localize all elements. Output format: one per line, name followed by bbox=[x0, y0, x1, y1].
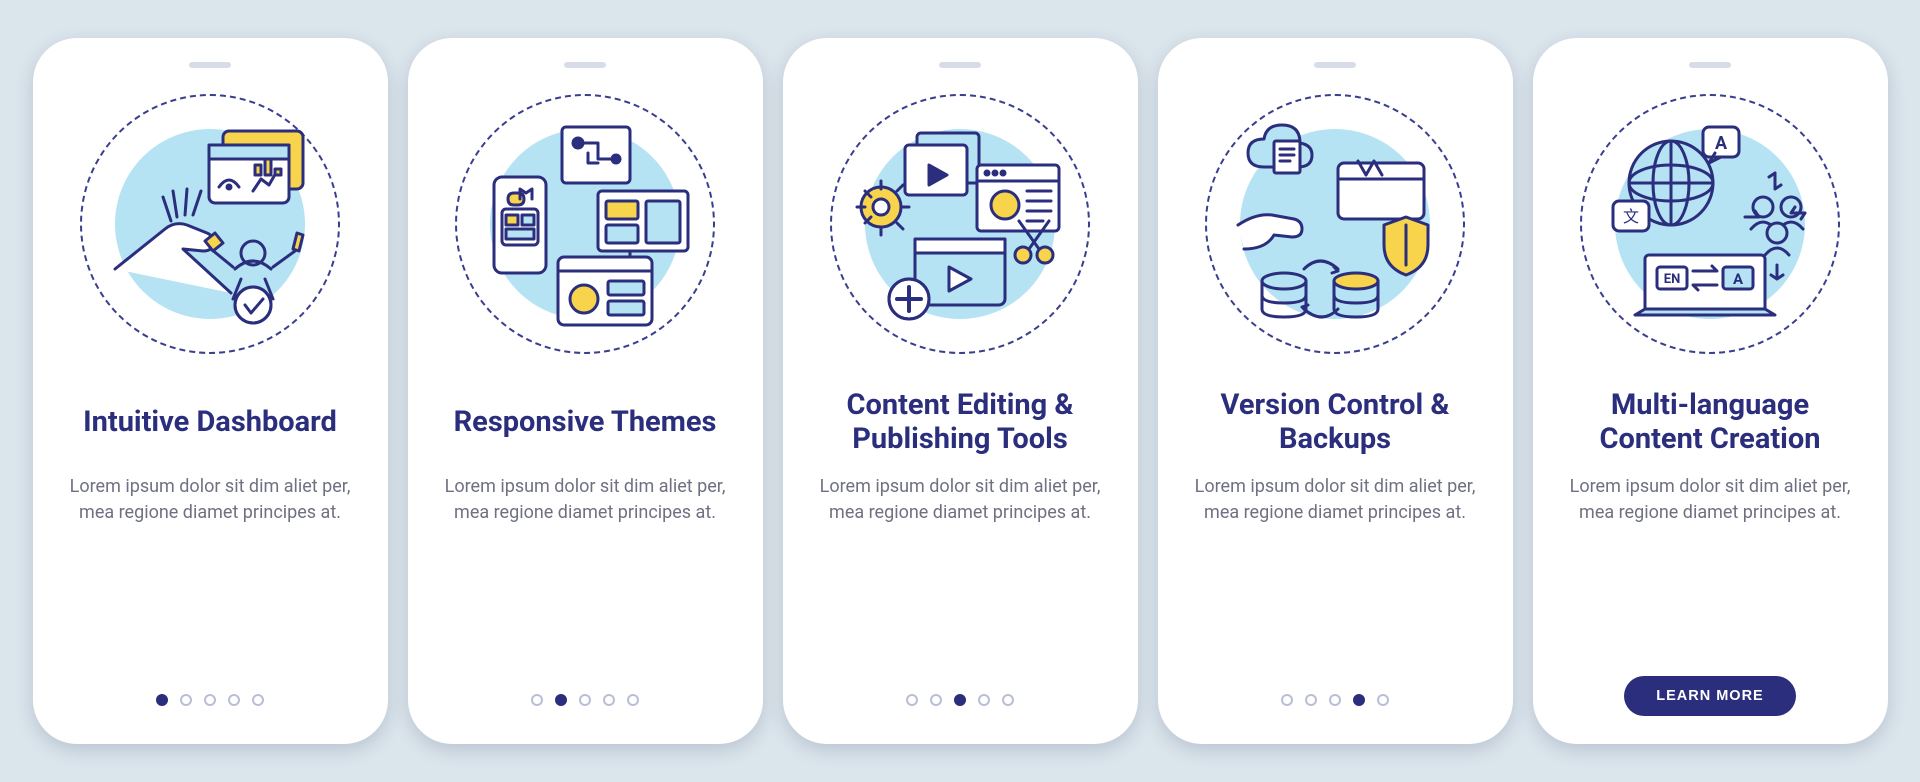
responsive-icon bbox=[455, 94, 715, 354]
pagination-dots bbox=[1281, 694, 1389, 706]
dot-2[interactable] bbox=[1305, 694, 1317, 706]
pagination-dots bbox=[531, 694, 639, 706]
dot-1[interactable] bbox=[1281, 694, 1293, 706]
learn-more-button[interactable]: LEARN MORE bbox=[1624, 676, 1795, 716]
dot-4[interactable] bbox=[978, 694, 990, 706]
dot-3[interactable] bbox=[954, 694, 966, 706]
onboarding-card-5: A 文 EN bbox=[1533, 38, 1888, 744]
dot-4[interactable] bbox=[603, 694, 615, 706]
dot-2[interactable] bbox=[555, 694, 567, 706]
version-control-icon bbox=[1205, 94, 1465, 354]
card-desc: Lorem ipsum dolor sit dim aliet per, mea… bbox=[1186, 474, 1485, 526]
dot-2[interactable] bbox=[180, 694, 192, 706]
card-title: Intuitive Dashboard bbox=[83, 386, 337, 458]
dashboard-icon bbox=[80, 94, 340, 354]
svg-text:A: A bbox=[1733, 270, 1744, 288]
pagination-dots bbox=[156, 694, 264, 706]
card-desc: Lorem ipsum dolor sit dim aliet per, mea… bbox=[811, 474, 1110, 526]
dot-4[interactable] bbox=[1353, 694, 1365, 706]
card-desc: Lorem ipsum dolor sit dim aliet per, mea… bbox=[1561, 474, 1860, 526]
svg-text:EN: EN bbox=[1664, 272, 1681, 287]
dot-5[interactable] bbox=[627, 694, 639, 706]
dot-1[interactable] bbox=[906, 694, 918, 706]
card-title: Responsive Themes bbox=[454, 386, 717, 458]
dot-4[interactable] bbox=[228, 694, 240, 706]
card-title: Version Control & Backups bbox=[1186, 386, 1485, 458]
dot-1[interactable] bbox=[156, 694, 168, 706]
dot-2[interactable] bbox=[930, 694, 942, 706]
dot-5[interactable] bbox=[1377, 694, 1389, 706]
dot-3[interactable] bbox=[204, 694, 216, 706]
card-title: Multi-language Content Creation bbox=[1561, 386, 1860, 458]
dot-5[interactable] bbox=[1002, 694, 1014, 706]
card-desc: Lorem ipsum dolor sit dim aliet per, mea… bbox=[436, 474, 735, 526]
svg-text:A: A bbox=[1715, 133, 1728, 154]
dot-3[interactable] bbox=[579, 694, 591, 706]
card-desc: Lorem ipsum dolor sit dim aliet per, mea… bbox=[61, 474, 360, 526]
multi-language-icon: A 文 EN bbox=[1580, 94, 1840, 354]
onboarding-card-4: Version Control & Backups Lorem ipsum do… bbox=[1158, 38, 1513, 744]
svg-text:文: 文 bbox=[1623, 207, 1639, 226]
onboarding-card-2: Responsive Themes Lorem ipsum dolor sit … bbox=[408, 38, 763, 744]
onboarding-card-3: Content Editing & Publishing Tools Lorem… bbox=[783, 38, 1138, 744]
onboarding-card-1: Intuitive Dashboard Lorem ipsum dolor si… bbox=[33, 38, 388, 744]
card-title: Content Editing & Publishing Tools bbox=[811, 386, 1110, 458]
dot-5[interactable] bbox=[252, 694, 264, 706]
editing-tools-icon bbox=[830, 94, 1090, 354]
pagination-dots bbox=[906, 694, 1014, 706]
dot-1[interactable] bbox=[531, 694, 543, 706]
dot-3[interactable] bbox=[1329, 694, 1341, 706]
